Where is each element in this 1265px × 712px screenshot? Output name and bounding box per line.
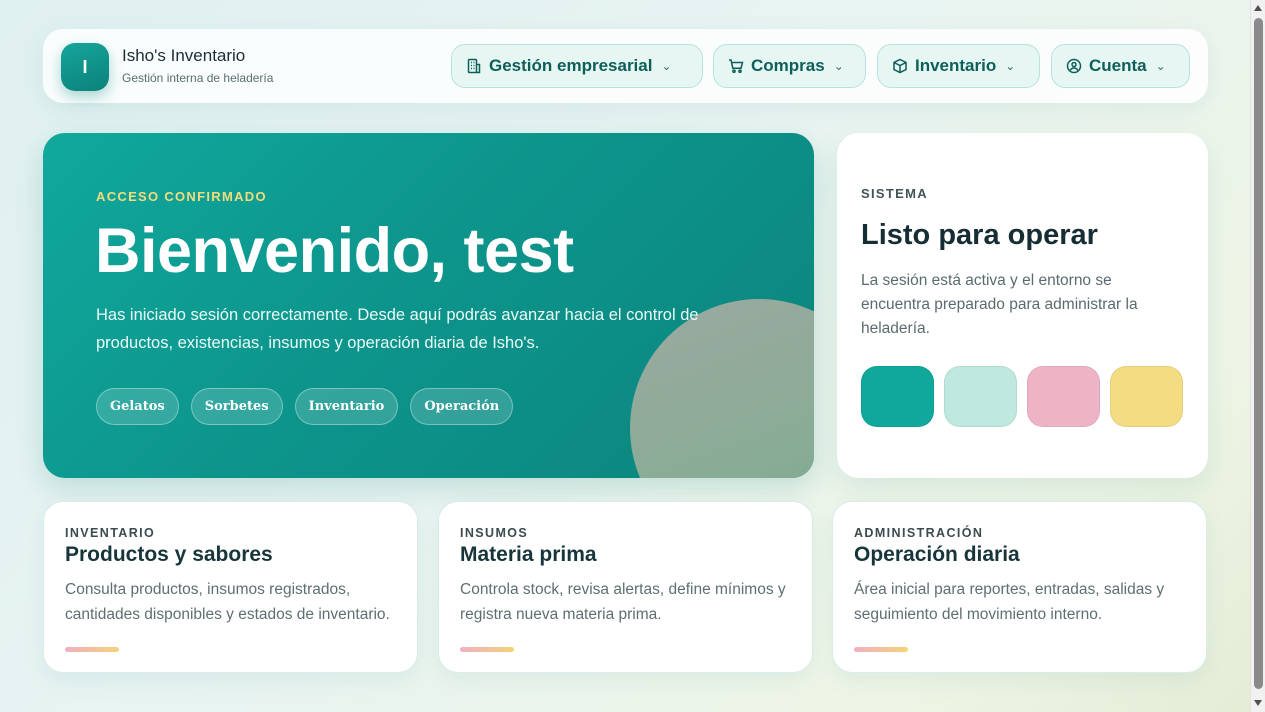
nav-inventario-button[interactable]: Inventario ⌄ [877, 44, 1040, 88]
nav-inventario-label: Inventario [915, 56, 997, 75]
top-navbar: I Isho's Inventario Gestión interna de h… [43, 29, 1208, 103]
tag-gelatos: Gelatos [96, 388, 179, 425]
vertical-scrollbar[interactable] [1250, 0, 1265, 712]
tag-operacion: Operación [410, 388, 514, 425]
building-icon [467, 58, 481, 74]
page: I Isho's Inventario Gestión interna de h… [0, 0, 1250, 712]
scroll-up-arrow-icon[interactable] [1254, 5, 1262, 11]
card-description: Área inicial para reportes, entradas, sa… [854, 581, 1165, 623]
card-eyebrow: ADMINISTRACIÓN [854, 526, 984, 540]
swatch-yellow [1110, 366, 1183, 427]
hero-eyebrow: ACCESO CONFIRMADO [96, 189, 267, 204]
nav-compras-button[interactable]: Compras ⌄ [713, 44, 866, 88]
chevron-down-icon: ⌄ [1005, 59, 1016, 73]
swatch-pink [1027, 366, 1100, 427]
welcome-hero: ACCESO CONFIRMADO Bienvenido, test Has i… [43, 133, 814, 478]
nav-gestion-empresarial-button[interactable]: Gestión empresarial ⌄ [451, 44, 703, 88]
system-title: Listo para operar [861, 219, 1098, 251]
chevron-down-icon: ⌄ [833, 59, 844, 73]
swatch-teal [861, 366, 934, 427]
swatch-mint [944, 366, 1017, 427]
card-accent-bar [65, 647, 119, 652]
card-eyebrow: INSUMOS [460, 526, 529, 540]
tag-sorbetes: Sorbetes [190, 388, 283, 425]
card-description: Controla stock, revisa alertas, define m… [460, 581, 786, 623]
chevron-down-icon: ⌄ [1155, 59, 1166, 73]
scrollbar-thumb[interactable] [1254, 18, 1263, 689]
card-title: Productos y sabores [65, 543, 273, 566]
nav-gestion-empresarial-label: Gestión empresarial [489, 56, 653, 75]
hero-title: Bienvenido, test [95, 216, 574, 286]
user-circle-icon [1066, 58, 1082, 74]
hero-description: Has iniciado sesión correctamente. Desde… [96, 306, 699, 352]
card-administracion[interactable]: ADMINISTRACIÓN Operación diaria Área ini… [832, 501, 1207, 673]
system-description: La sesión está activa y el entorno se en… [861, 272, 1138, 337]
card-inventario[interactable]: INVENTARIO Productos y sabores Consulta … [43, 501, 418, 673]
card-title: Materia prima [460, 543, 597, 566]
brand: Isho's Inventario Gestión interna de hel… [122, 46, 273, 85]
nav-cuenta-button[interactable]: Cuenta ⌄ [1051, 44, 1190, 88]
chevron-down-icon: ⌄ [661, 59, 672, 73]
brand-subtitle: Gestión interna de heladería [122, 71, 274, 85]
card-accent-bar [460, 647, 514, 652]
scroll-down-arrow-icon[interactable] [1254, 700, 1262, 706]
brand-title: Isho's Inventario [122, 46, 246, 65]
card-description: Consulta productos, insumos registrados,… [65, 581, 390, 623]
cart-icon [729, 59, 744, 74]
card-title: Operación diaria [854, 543, 1020, 566]
nav-compras-label: Compras [751, 56, 825, 75]
color-swatches [861, 366, 1183, 427]
card-accent-bar [854, 647, 908, 652]
card-insumos[interactable]: INSUMOS Materia prima Controla stock, re… [438, 501, 813, 673]
hero-tags: Gelatos Sorbetes Inventario Operación [96, 388, 514, 425]
card-eyebrow: INVENTARIO [65, 526, 156, 540]
box-icon [893, 58, 907, 74]
app-logo[interactable]: I [61, 43, 109, 91]
logo-letter: I [82, 56, 88, 77]
tag-inventario: Inventario [294, 388, 399, 425]
system-eyebrow: SISTEMA [861, 186, 928, 201]
nav-cuenta-label: Cuenta [1089, 56, 1147, 75]
system-status-card: SISTEMA Listo para operar La sesión está… [837, 133, 1208, 478]
